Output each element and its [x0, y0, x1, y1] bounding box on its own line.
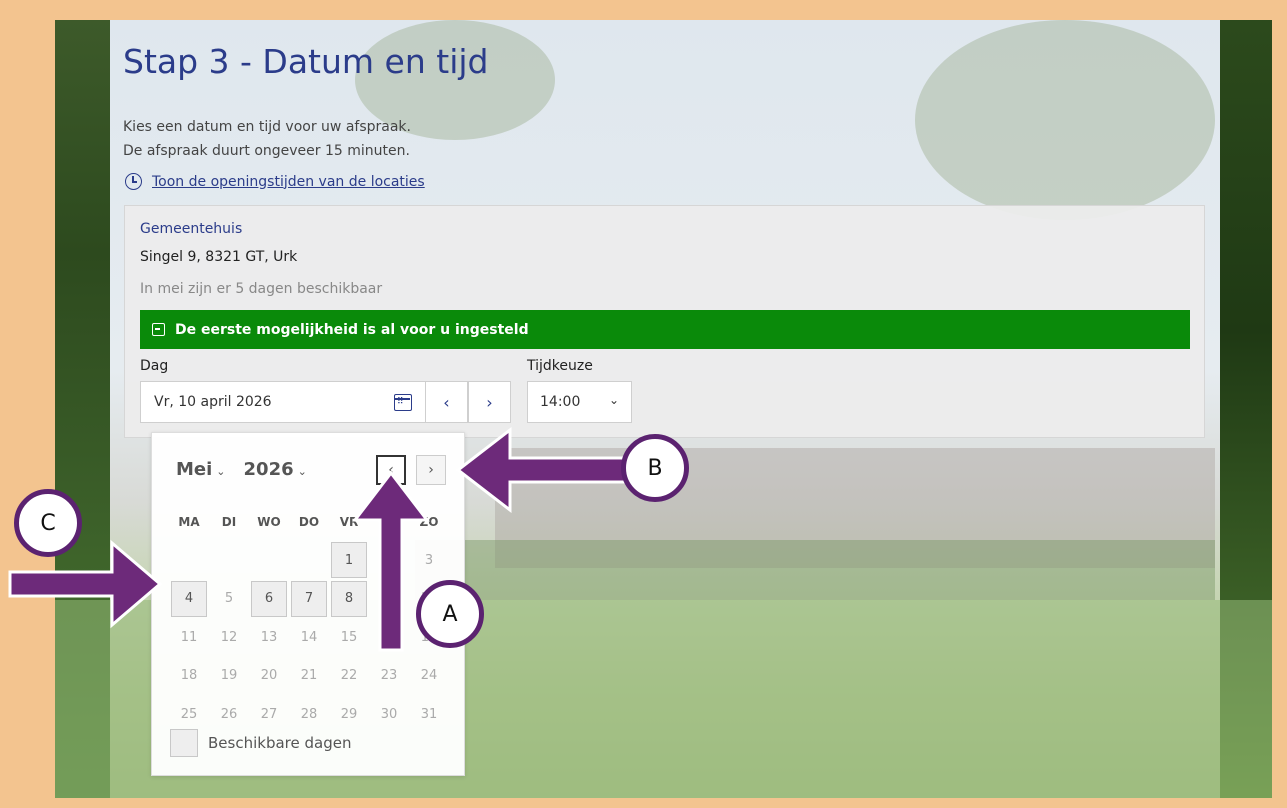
arrow-up [351, 470, 431, 652]
arrow-left [455, 426, 642, 514]
annotation-arrows [8, 426, 642, 652]
arrow-right [8, 539, 163, 629]
marker-c: C [14, 489, 82, 557]
marker-a: A [416, 580, 484, 648]
marker-b: B [621, 434, 689, 502]
